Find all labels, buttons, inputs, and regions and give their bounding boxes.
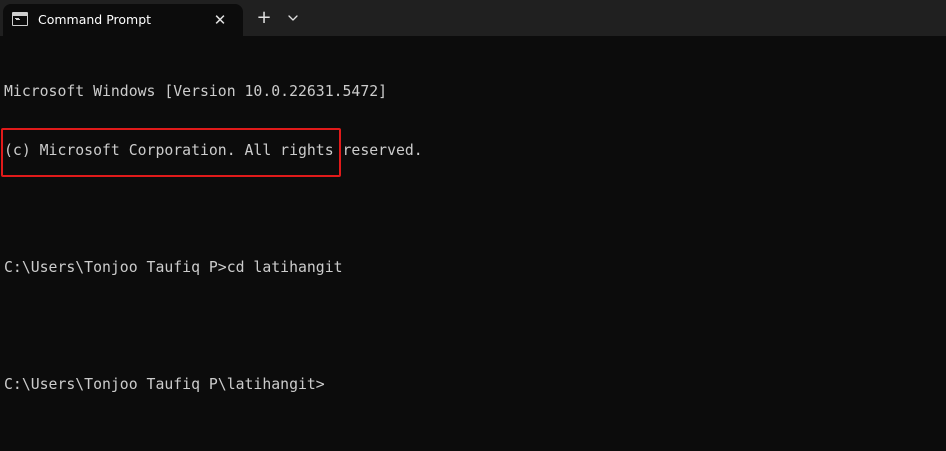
chevron-down-icon[interactable]: [284, 9, 302, 27]
tab-title: Command Prompt: [38, 12, 152, 27]
plus-icon[interactable]: +: [254, 8, 274, 28]
terminal-icon: [12, 12, 28, 26]
close-icon[interactable]: ✕: [211, 11, 229, 29]
title-bar: Command Prompt ✕ +: [0, 0, 946, 36]
terminal-output[interactable]: Microsoft Windows [Version 10.0.22631.54…: [4, 43, 934, 433]
tab-command-prompt[interactable]: Command Prompt ✕: [3, 4, 243, 36]
terminal-prompt-line: C:\Users\Tonjoo Taufiq P\latihangit>: [4, 375, 325, 393]
highlight-annotation-box: [1, 128, 341, 177]
terminal-line: Microsoft Windows [Version 10.0.22631.54…: [4, 83, 388, 100]
terminal-line: C:\Users\Tonjoo Taufiq P>cd latihangit: [4, 258, 343, 276]
command-prompt-window: Command Prompt ✕ + Microsoft Windows [Ve…: [0, 0, 946, 451]
